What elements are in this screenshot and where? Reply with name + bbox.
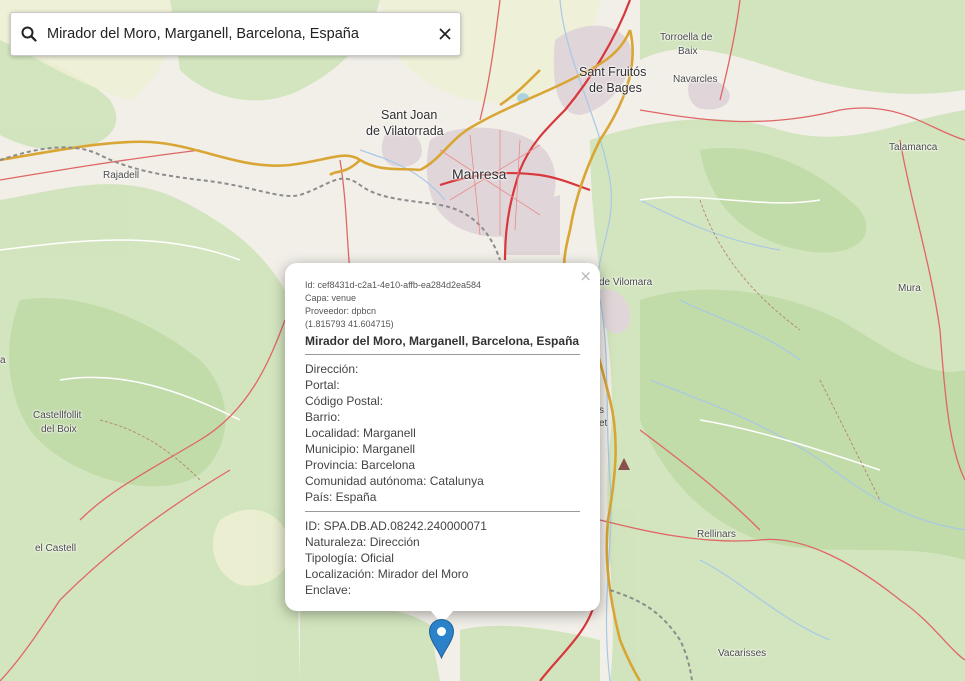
place-label-castellfollit: Castellfollit (33, 410, 82, 421)
popup-meta-id: Id: cef8431d-c2a1-4e10-affb-ea284d2ea584 (305, 280, 481, 290)
field-localidad: Localidad: Marganell (305, 426, 416, 440)
location-popup: × Id: cef8431d-c2a1-4e10-affb-ea284d2ea5… (285, 263, 600, 624)
field-naturaleza: Naturaleza: Dirección (305, 535, 420, 549)
popup-divider (305, 354, 580, 355)
place-label-torroella: Torroella de (660, 32, 713, 43)
place-label-sant-fruitos: Sant Fruitós (579, 65, 647, 79)
search-box (10, 12, 461, 56)
place-label-edge-et: et (599, 418, 608, 429)
place-label-sant-joan: Sant Joan (381, 108, 438, 122)
search-input[interactable] (47, 26, 430, 42)
field-direccion: Dirección: (305, 362, 359, 376)
search-icon[interactable] (11, 12, 47, 56)
popup-title: Mirador del Moro, Marganell, Barcelona, … (305, 334, 580, 348)
field-comunidad: Comunidad autónoma: Catalunya (305, 474, 484, 488)
field-id: ID: SPA.DB.AD.08242.240000071 (305, 519, 487, 533)
field-tipologia: Tipología: Oficial (305, 551, 394, 565)
clear-search-button[interactable] (430, 12, 460, 56)
place-label-manresa: Manresa (452, 166, 507, 182)
field-enclave: Enclave: (305, 583, 352, 597)
popup-meta-proveedor: Proveedor: dpbcn (305, 306, 377, 316)
popup-close-button[interactable]: × (579, 267, 592, 285)
place-label-navarcles: Navarcles (673, 74, 718, 85)
place-label-talamanca: Talamanca (889, 142, 938, 153)
field-localizacion: Localización: Mirador del Moro (305, 567, 469, 581)
place-label-vilatorrada: de Vilatorrada (366, 124, 444, 138)
map-pin-icon[interactable] (428, 618, 455, 659)
field-pais: País: España (305, 490, 377, 504)
popup-meta-coords: (1.815793 41.604715) (305, 319, 394, 329)
field-provincia: Provincia: Barcelona (305, 458, 416, 472)
place-label-el-castell: el Castell (35, 543, 77, 554)
place-label-rajadell: Rajadell (103, 170, 140, 181)
field-codigo-postal: Código Postal: (305, 394, 384, 408)
place-label-mura: Mura (898, 283, 921, 294)
field-municipio: Municipio: Marganell (305, 442, 416, 456)
place-label-vilomara: de Vilomara (599, 277, 653, 288)
popup-meta-capa: Capa: venue (305, 293, 357, 303)
field-barrio: Barrio: (305, 410, 341, 424)
popup-divider (305, 511, 580, 512)
place-label-rellinars: Rellinars (697, 529, 736, 540)
close-icon (439, 28, 451, 40)
place-label-vacarisses: Vacarisses (718, 648, 767, 659)
place-label-del-boix: del Boix (41, 424, 77, 435)
place-label-edge-a: a (0, 355, 6, 366)
place-label-baix: Baix (678, 46, 698, 57)
field-portal: Portal: (305, 378, 340, 392)
place-label-de-bages: de Bages (589, 81, 642, 95)
